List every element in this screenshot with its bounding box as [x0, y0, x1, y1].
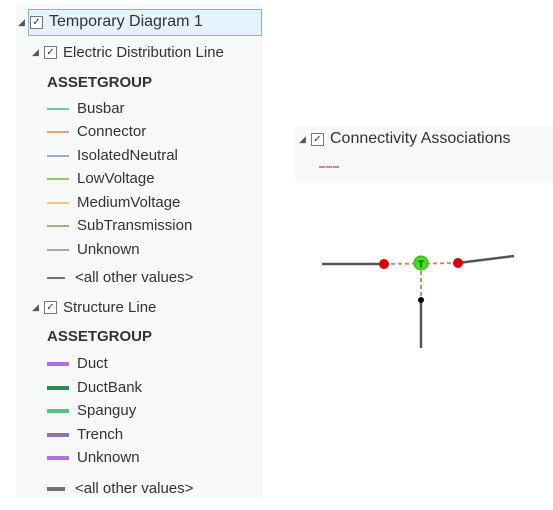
endpoint-node [379, 259, 389, 269]
endpoint-node [453, 258, 463, 268]
junction-label: T [418, 260, 424, 271]
diagram-canvas[interactable]: T [0, 0, 553, 510]
edge-line [457, 254, 515, 265]
vertex-node [418, 297, 424, 303]
